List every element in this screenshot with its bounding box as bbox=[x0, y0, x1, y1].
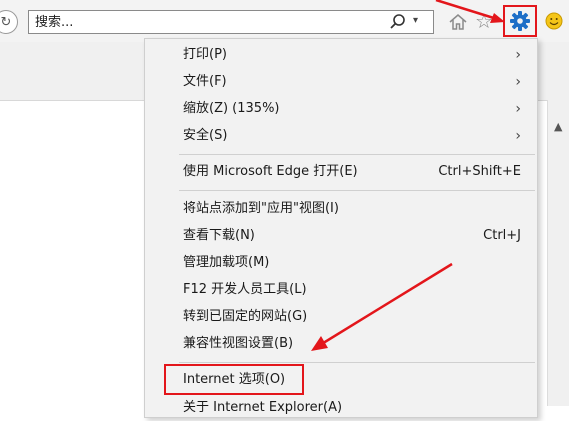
menu-item-open-in-edge[interactable]: 使用 Microsoft Edge 打开(E) Ctrl+Shift+E bbox=[183, 159, 531, 185]
menu-item-label: 缩放(Z) (135%) bbox=[183, 101, 280, 116]
menu-item-manage-addons[interactable]: 管理加载项(M) bbox=[183, 250, 531, 276]
menu-item-about-ie[interactable]: 关于 Internet Explorer(A) bbox=[183, 395, 531, 421]
menu-item-zoom[interactable]: 缩放(Z) (135%) › bbox=[183, 96, 531, 122]
menu-item-view-downloads[interactable]: 查看下载(N) Ctrl+J bbox=[183, 223, 531, 249]
menu-item-label: Internet 选项(O) bbox=[183, 372, 286, 387]
menu-separator bbox=[179, 154, 535, 155]
menu-item-add-site-to-apps[interactable]: 将站点添加到"应用"视图(I) bbox=[183, 196, 531, 222]
menu-item-safety[interactable]: 安全(S) › bbox=[183, 123, 531, 149]
menu-item-file[interactable]: 文件(F) › bbox=[183, 69, 531, 95]
chevron-right-icon: › bbox=[515, 128, 521, 144]
menu-item-shortcut: Ctrl+Shift+E bbox=[438, 164, 521, 179]
menu-item-label: 文件(F) bbox=[183, 74, 227, 89]
tools-menu: 打印(P) › 文件(F) › 缩放(Z) (135%) › 安全(S) › 使… bbox=[144, 38, 538, 418]
menu-item-internet-options[interactable]: Internet 选项(O) bbox=[183, 367, 531, 393]
caret-down-icon[interactable]: ▾ bbox=[413, 15, 418, 26]
search-icon[interactable] bbox=[389, 13, 407, 31]
menu-item-label: F12 开发人员工具(L) bbox=[183, 282, 307, 297]
favorites-star-icon[interactable]: ☆ bbox=[475, 10, 493, 32]
menu-item-label: 关于 Internet Explorer(A) bbox=[183, 400, 343, 415]
menu-item-label: 兼容性视图设置(B) bbox=[183, 336, 294, 351]
home-icon[interactable] bbox=[448, 12, 468, 32]
menu-item-label: 将站点添加到"应用"视图(I) bbox=[183, 201, 339, 216]
smile-icon[interactable] bbox=[545, 12, 563, 30]
menu-item-label: 打印(P) bbox=[183, 47, 227, 62]
menu-item-label: 转到已固定的网站(G) bbox=[183, 309, 308, 324]
menu-item-shortcut: Ctrl+J bbox=[483, 228, 521, 243]
chevron-right-icon: › bbox=[515, 101, 521, 117]
back-icon[interactable]: ↻ bbox=[0, 10, 18, 34]
tools-gear-button[interactable] bbox=[503, 5, 537, 37]
command-bar: ↻ ▾ ☆ bbox=[0, 0, 569, 43]
menu-item-developer-tools[interactable]: F12 开发人员工具(L) bbox=[183, 277, 531, 303]
menu-separator bbox=[179, 362, 535, 363]
chevron-right-icon: › bbox=[515, 74, 521, 90]
vertical-scrollbar[interactable]: ▲ bbox=[547, 100, 569, 406]
scroll-up-icon[interactable]: ▲ bbox=[554, 120, 562, 133]
search-input[interactable] bbox=[29, 11, 386, 33]
menu-item-label: 安全(S) bbox=[183, 128, 228, 143]
menu-separator bbox=[179, 190, 535, 191]
menu-item-compatibility-view[interactable]: 兼容性视图设置(B) bbox=[183, 331, 531, 357]
search-box[interactable]: ▾ bbox=[28, 10, 434, 34]
gear-icon bbox=[510, 11, 530, 31]
chevron-right-icon: › bbox=[515, 47, 521, 63]
menu-item-label: 使用 Microsoft Edge 打开(E) bbox=[183, 164, 358, 179]
menu-item-print[interactable]: 打印(P) › bbox=[183, 42, 531, 68]
menu-item-label: 查看下载(N) bbox=[183, 228, 255, 243]
menu-item-label: 管理加载项(M) bbox=[183, 255, 270, 270]
menu-item-pinned-sites[interactable]: 转到已固定的网站(G) bbox=[183, 304, 531, 330]
